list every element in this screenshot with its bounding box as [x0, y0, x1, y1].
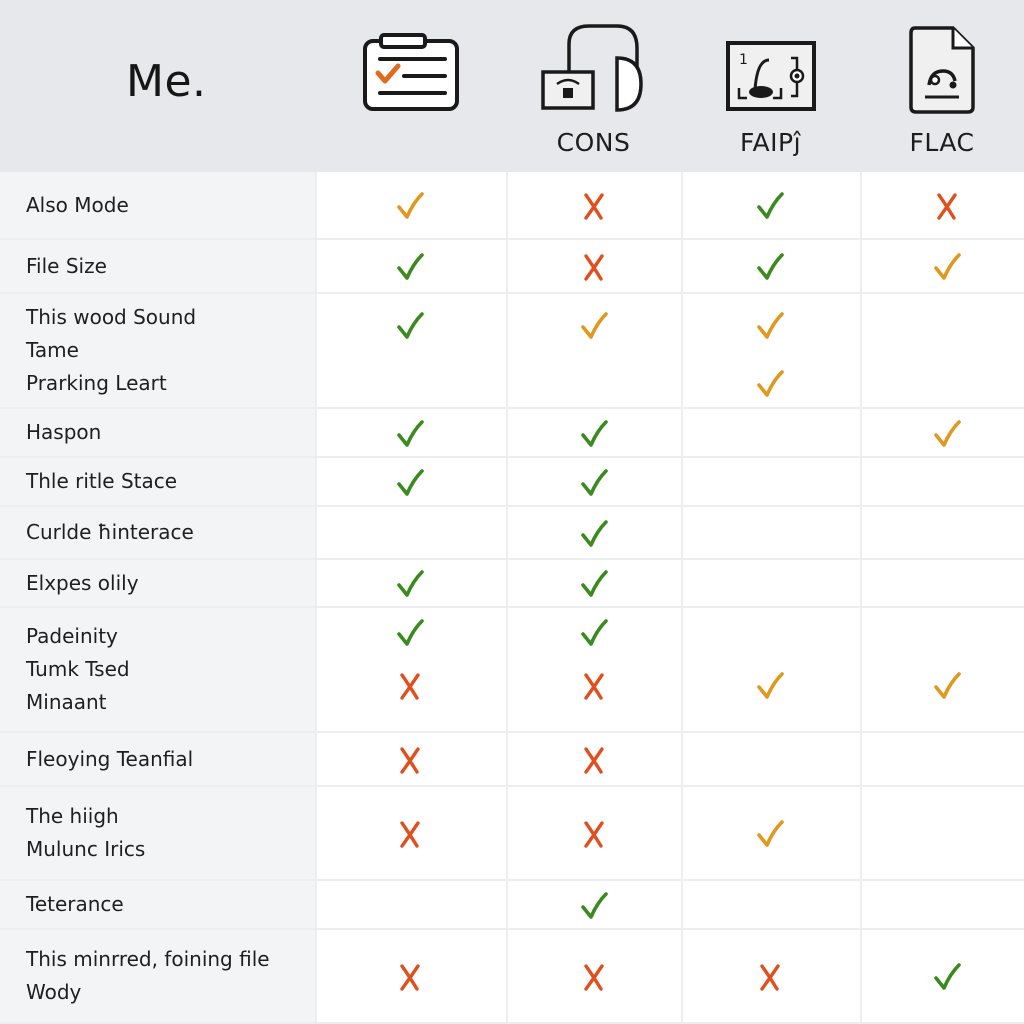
table-row[interactable]: Elxpes olily: [0, 560, 1024, 608]
check-green-icon: [581, 619, 608, 646]
feature-label: This minrred, foining file Wody: [26, 943, 270, 1009]
check-orange-icon: [581, 312, 608, 339]
brand-title: Me.: [126, 56, 207, 107]
check-green-icon: [581, 468, 608, 496]
feature-label-line: The hiigh: [26, 804, 119, 828]
feature-label: Haspon: [26, 416, 101, 449]
feature-label-line: Prarking Leart: [26, 371, 167, 395]
check-green-icon: [397, 419, 424, 447]
check-green-icon: [581, 891, 608, 919]
checklist-clipboard-icon: [362, 33, 459, 111]
feature-label-line: Teterance: [26, 892, 124, 916]
check-orange-icon: [934, 419, 961, 447]
svg-text:1: 1: [739, 52, 748, 68]
table-row[interactable]: Fleoying Teanfial: [0, 733, 1024, 787]
cross-icon: [937, 193, 957, 220]
check-green-icon: [757, 253, 784, 280]
check-orange-icon: [757, 370, 784, 397]
check-green-icon: [397, 468, 424, 496]
feature-label-line: This wood Sound: [26, 305, 197, 329]
check-orange-icon: [757, 820, 784, 847]
feature-label-line: Wody: [26, 980, 82, 1004]
feature-label: Padeinity Tumk Tsed Minaant: [26, 620, 130, 719]
check-orange-icon: [934, 672, 961, 699]
feature-label-line: This minrred, foining file: [26, 947, 270, 971]
feature-label-line: File Size: [26, 253, 107, 278]
cross-icon: [584, 747, 604, 774]
feature-label: File Size: [26, 250, 107, 283]
check-green-icon: [397, 619, 424, 646]
feature-label-line: Minaant: [26, 690, 107, 714]
table-row[interactable]: Teterance: [0, 881, 1024, 930]
headphones-device-icon: [540, 24, 643, 112]
feature-label: Teterance: [26, 888, 124, 921]
feature-label-line: Elxpes olily: [26, 570, 139, 595]
feature-label: Thle ritle Stace: [26, 465, 177, 498]
check-orange-icon: [757, 312, 784, 339]
audio-file-icon: [909, 26, 975, 114]
feature-label: Fleoying Teanfial: [26, 743, 193, 776]
check-green-icon: [581, 519, 608, 547]
table-row[interactable]: The hiigh Mulunc Irics: [0, 787, 1024, 881]
cross-icon: [584, 673, 604, 700]
cross-icon: [584, 964, 604, 991]
cross-icon: [584, 254, 604, 281]
check-green-icon: [757, 192, 784, 219]
cross-icon: [584, 821, 604, 848]
check-green-icon: [581, 570, 608, 597]
comparison-table: Also Mode File Size This wood Sound Tame Pra…: [0, 172, 1024, 1024]
column-header-1[interactable]: [315, 0, 506, 172]
feature-label-line: Fleoying Teanfial: [26, 746, 194, 771]
feature-label: Elxpes olily: [26, 567, 139, 600]
column-label-flac: FLAC: [909, 128, 975, 157]
comparison-header: Me. CONS 1 FAIPĵ FLAC: [0, 0, 1024, 172]
cross-icon: [400, 747, 420, 774]
feature-label: The hiigh Mulunc Irics: [26, 800, 145, 866]
table-row[interactable]: This wood Sound Tame Prarking Leart: [0, 294, 1024, 409]
column-header-flac[interactable]: FLAC: [860, 0, 1024, 172]
feature-label-line: Tame: [26, 338, 79, 362]
table-row[interactable]: Haspon: [0, 409, 1024, 458]
feature-label-line: Tumk Tsed: [26, 657, 130, 681]
cross-icon: [760, 964, 780, 991]
cross-icon: [584, 193, 604, 220]
check-green-icon: [397, 253, 424, 280]
table-row[interactable]: Padeinity Tumk Tsed Minaant: [0, 608, 1024, 733]
column-label-cons: CONS: [556, 128, 631, 157]
column-header-faip[interactable]: 1 FAIPĵ: [681, 0, 860, 172]
feature-label-line: Padeinity: [26, 624, 118, 648]
check-green-icon: [397, 312, 424, 339]
check-orange-icon: [397, 192, 424, 219]
feature-label: Curlde ħinterace: [26, 516, 194, 549]
column-header-cons[interactable]: CONS: [506, 0, 681, 172]
feature-label-line: Curlde ħinterace: [26, 520, 194, 544]
microphone-frame-icon: 1: [725, 41, 816, 111]
cross-icon: [400, 821, 420, 848]
feature-label: This wood Sound Tame Prarking Leart: [26, 301, 196, 400]
check-orange-icon: [934, 253, 961, 280]
check-green-icon: [397, 570, 424, 597]
table-row[interactable]: Curlde ħinterace: [0, 507, 1024, 560]
table-row[interactable]: Thle ritle Stace: [0, 458, 1024, 507]
feature-label-line: Also Mode: [26, 192, 129, 217]
table-row[interactable]: Also Mode: [0, 172, 1024, 240]
feature-label-line: Mulunc Irics: [26, 837, 146, 861]
cross-icon: [400, 964, 420, 991]
check-green-icon: [934, 963, 961, 990]
feature-label-line: Haspon: [26, 420, 102, 444]
column-label-faip: FAIPĵ: [739, 128, 802, 157]
table-row[interactable]: This minrred, foining file Wody: [0, 930, 1024, 1024]
check-orange-icon: [757, 672, 784, 699]
feature-label-line: Thle ritle Stace: [26, 469, 178, 493]
check-green-icon: [581, 419, 608, 447]
cross-icon: [400, 673, 420, 700]
table-row[interactable]: File Size: [0, 240, 1024, 294]
feature-label: Also Mode: [26, 189, 129, 222]
